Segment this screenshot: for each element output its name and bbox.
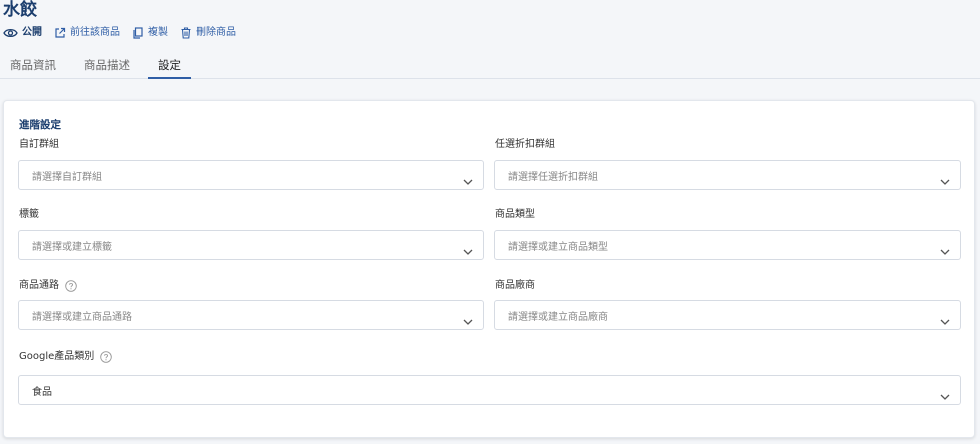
external-link-icon [54, 27, 70, 39]
product-actions: 公開 前往該商品 複製 刪除商品 [3, 26, 248, 40]
help-icon[interactable] [100, 351, 113, 363]
custom-group-select[interactable]: 請選擇自訂群組 [18, 160, 484, 190]
chevron-down-icon [940, 311, 950, 330]
tags-label: 標籤 [19, 209, 39, 221]
page-title: 水餃 [3, 0, 37, 20]
google-category-label-text: Google產品類別 [19, 351, 95, 362]
copy-button[interactable]: 複製 [132, 26, 168, 40]
delete-product-label: 刪除商品 [196, 27, 236, 38]
tab-settings[interactable]: 設定 [148, 54, 191, 79]
product-type-label-text: 商品類型 [495, 209, 535, 220]
discount-group-label: 任選折扣群組 [495, 139, 555, 151]
vendor-placeholder: 請選擇或建立商品廠商 [508, 311, 608, 323]
section-title: 進階設定 [19, 119, 61, 131]
channel-label: 商品通路 [19, 280, 77, 292]
copy-label: 複製 [148, 27, 168, 38]
custom-group-label: 自訂群組 [19, 139, 59, 151]
chevron-down-icon [940, 171, 950, 190]
vendor-select[interactable]: 請選擇或建立商品廠商 [494, 300, 961, 330]
visibility-public-button[interactable]: 公開 [3, 26, 42, 40]
product-type-label: 商品類型 [495, 209, 535, 221]
chevron-down-icon [463, 311, 473, 330]
help-icon[interactable] [65, 280, 77, 292]
custom-group-label-text: 自訂群組 [19, 139, 59, 150]
visibility-label: 公開 [22, 27, 42, 38]
goto-product-link[interactable]: 前往該商品 [54, 26, 120, 40]
tags-select[interactable]: 請選擇或建立標籤 [18, 230, 484, 260]
channel-label-text: 商品通路 [19, 280, 59, 291]
product-tabs: 商品資訊 商品描述 設定 [0, 54, 199, 79]
advanced-settings-card: 進階設定 自訂群組 請選擇自訂群組 任選折扣群組 請選擇任選折扣群組 標籤 請選… [3, 100, 975, 438]
google-category-value: 食品 [32, 386, 52, 398]
chevron-down-icon [463, 171, 473, 190]
eye-icon [3, 28, 22, 38]
product-header: 水餃 公開 前往該商品 複製 刪除商品 商品資訊 商品描述 設定 [0, 0, 980, 79]
google-category-label: Google產品類別 [19, 351, 113, 363]
channel-placeholder: 請選擇或建立商品通路 [32, 311, 132, 323]
tab-product-info[interactable]: 商品資訊 [0, 54, 66, 79]
chevron-down-icon [463, 241, 473, 260]
trash-icon [180, 27, 196, 39]
channel-select[interactable]: 請選擇或建立商品通路 [18, 300, 484, 330]
chevron-down-icon [940, 386, 950, 405]
delete-product-button[interactable]: 刪除商品 [180, 26, 236, 40]
custom-group-placeholder: 請選擇自訂群組 [32, 171, 102, 183]
product-type-select[interactable]: 請選擇或建立商品類型 [494, 230, 961, 260]
vendor-label: 商品廠商 [495, 280, 535, 292]
copy-icon [132, 27, 148, 39]
chevron-down-icon [940, 241, 950, 260]
discount-group-label-text: 任選折扣群組 [495, 139, 555, 150]
discount-group-select[interactable]: 請選擇任選折扣群組 [494, 160, 961, 190]
tags-placeholder: 請選擇或建立標籤 [32, 241, 112, 253]
google-category-select[interactable]: 食品 [18, 375, 961, 405]
tab-product-description[interactable]: 商品描述 [74, 54, 140, 79]
discount-group-placeholder: 請選擇任選折扣群組 [508, 171, 598, 183]
goto-product-label: 前往該商品 [70, 27, 120, 38]
vendor-label-text: 商品廠商 [495, 280, 535, 291]
product-type-placeholder: 請選擇或建立商品類型 [508, 241, 608, 253]
tags-label-text: 標籤 [19, 209, 39, 220]
